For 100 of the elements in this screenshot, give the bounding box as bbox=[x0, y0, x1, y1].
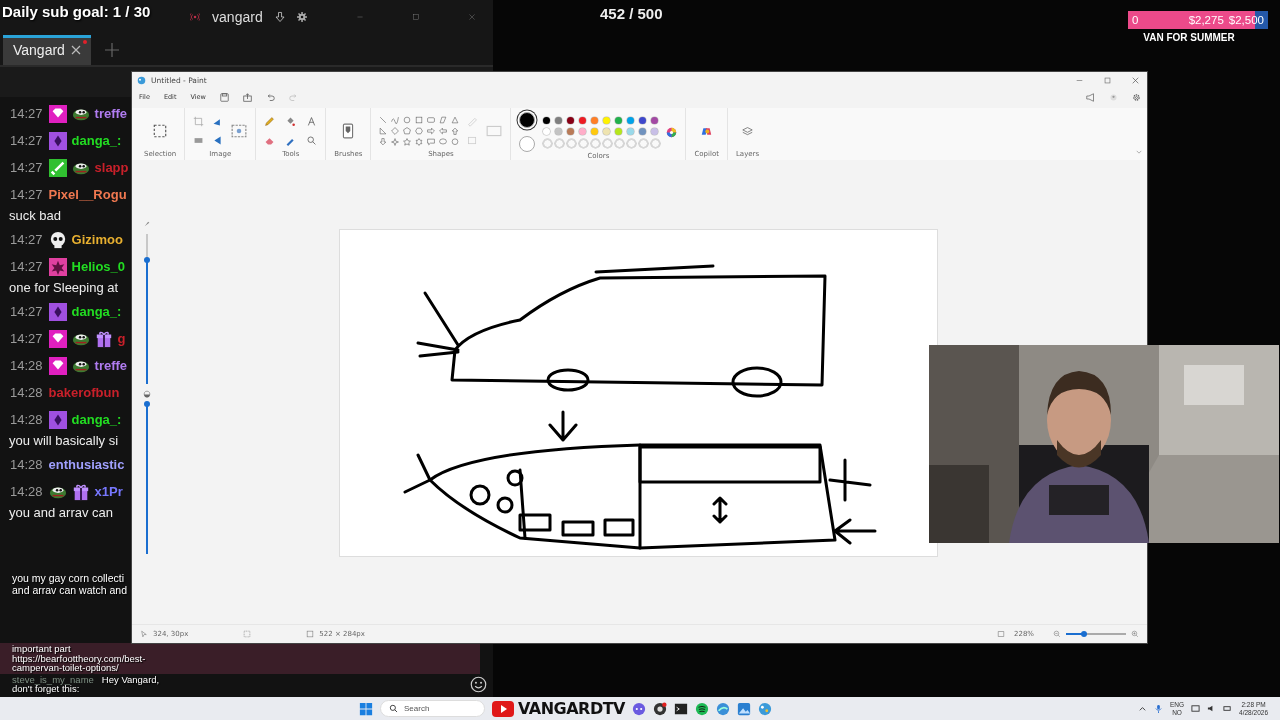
windows-start-icon[interactable] bbox=[359, 701, 373, 716]
color-swatch[interactable] bbox=[627, 116, 635, 124]
color-swatch[interactable] bbox=[627, 127, 635, 135]
settings-icon[interactable] bbox=[1132, 92, 1141, 102]
username[interactable]: treffe bbox=[94, 106, 128, 121]
username[interactable]: Pixel__Rogu bbox=[48, 187, 127, 202]
current-color-swatch[interactable] bbox=[519, 112, 536, 128]
canvas-size-icon bbox=[306, 630, 315, 638]
color-swatch[interactable] bbox=[543, 127, 551, 135]
color-swatch[interactable] bbox=[603, 127, 611, 135]
cursor-icon bbox=[140, 630, 148, 638]
eraser-icon[interactable] bbox=[264, 135, 276, 146]
text-icon[interactable] bbox=[306, 116, 318, 127]
magnifier-icon[interactable] bbox=[306, 135, 318, 146]
shape-icon[interactable] bbox=[415, 138, 424, 146]
color-swatch[interactable] bbox=[579, 127, 587, 135]
diamond-badge-icon bbox=[48, 302, 67, 321]
account-icon[interactable] bbox=[1109, 92, 1118, 102]
terminal-icon[interactable] bbox=[674, 701, 688, 716]
paint-palette-icon[interactable] bbox=[758, 701, 772, 716]
color-swatch[interactable] bbox=[543, 116, 551, 124]
selection-icon[interactable] bbox=[152, 123, 169, 139]
channel-name: vangard bbox=[212, 8, 263, 25]
sender-name: steve_is_my_name bbox=[12, 674, 94, 684]
color-swatch[interactable] bbox=[579, 116, 587, 124]
skull-badge-icon bbox=[48, 230, 67, 249]
flip-icon[interactable] bbox=[212, 135, 224, 146]
color-swatch[interactable] bbox=[603, 116, 611, 124]
resize-icon[interactable] bbox=[193, 135, 205, 146]
collapse-icon[interactable] bbox=[1135, 148, 1143, 156]
timestamp: 14:27 bbox=[10, 232, 43, 247]
undo-icon[interactable] bbox=[265, 92, 275, 102]
timestamp: 14:27 bbox=[10, 187, 43, 202]
tab-close-icon[interactable] bbox=[70, 45, 81, 55]
drawing-canvas[interactable] bbox=[340, 230, 937, 556]
emoji-icon[interactable] bbox=[470, 676, 487, 693]
alert-text: https://bearfoottheory.com/best- bbox=[12, 653, 147, 663]
add-tab-icon[interactable] bbox=[104, 43, 119, 57]
gift-icon bbox=[71, 482, 90, 501]
goal-title: VAN FOR SUMMER bbox=[1143, 32, 1235, 43]
megaphone-icon[interactable] bbox=[1086, 92, 1095, 102]
zoom-out-icon[interactable] bbox=[1053, 630, 1061, 638]
maximize-icon[interactable] bbox=[1104, 76, 1111, 84]
color-swatch[interactable] bbox=[651, 127, 659, 135]
network-icon[interactable] bbox=[1191, 704, 1201, 713]
color-swatch[interactable] bbox=[591, 127, 599, 135]
color-swatch[interactable] bbox=[639, 116, 647, 124]
copilot-icon[interactable] bbox=[701, 125, 713, 137]
color-swatch[interactable] bbox=[567, 116, 575, 124]
share-icon[interactable] bbox=[242, 92, 252, 102]
gem-badge-icon bbox=[48, 104, 67, 123]
image-select-icon[interactable] bbox=[231, 123, 248, 139]
color-swatch[interactable] bbox=[591, 116, 599, 124]
save-icon[interactable] bbox=[219, 92, 229, 102]
color-swatch[interactable] bbox=[567, 127, 575, 135]
microphone-icon[interactable] bbox=[1154, 704, 1163, 713]
username[interactable]: treffe bbox=[94, 358, 128, 373]
color-swatch[interactable] bbox=[555, 116, 563, 124]
username[interactable]: danga_: bbox=[71, 304, 122, 319]
color-wheel-icon[interactable] bbox=[666, 126, 678, 138]
search-field[interactable]: Search bbox=[380, 700, 485, 717]
username[interactable]: Gizimoo bbox=[71, 232, 123, 247]
layers-icon[interactable] bbox=[742, 125, 754, 137]
sword-badge-icon bbox=[48, 158, 67, 177]
video-play-icon bbox=[492, 700, 514, 717]
zoom-in-icon[interactable] bbox=[1131, 630, 1139, 638]
username[interactable]: enthusiastic bbox=[48, 457, 125, 472]
crop-icon[interactable] bbox=[193, 116, 205, 127]
photos-icon[interactable] bbox=[737, 701, 751, 716]
fill-bucket-icon[interactable] bbox=[285, 116, 297, 127]
search-icon bbox=[389, 704, 398, 713]
fit-icon[interactable] bbox=[997, 630, 1005, 638]
color-swatch[interactable] bbox=[615, 127, 623, 135]
browser-icon[interactable] bbox=[716, 701, 730, 716]
username[interactable]: danga_: bbox=[71, 412, 122, 427]
music-app-icon[interactable] bbox=[695, 701, 709, 716]
username[interactable]: Helios_0 bbox=[71, 259, 126, 274]
shape-icon[interactable] bbox=[403, 138, 412, 146]
vertical-slider[interactable] bbox=[143, 404, 151, 554]
color-swatch[interactable] bbox=[555, 127, 563, 135]
diamond-badge-icon bbox=[48, 131, 67, 150]
current-color-swatch[interactable] bbox=[519, 136, 536, 152]
record-app-icon[interactable] bbox=[653, 701, 667, 716]
close-icon[interactable] bbox=[1132, 76, 1139, 84]
pencil-icon[interactable] bbox=[264, 116, 276, 127]
redo-icon[interactable] bbox=[288, 92, 298, 102]
username[interactable]: x1Pr bbox=[94, 484, 123, 499]
color-swatch[interactable] bbox=[615, 116, 623, 124]
canvas-icon[interactable] bbox=[486, 123, 503, 139]
chevron-up-icon[interactable] bbox=[1138, 704, 1147, 713]
timestamp: 14:28 bbox=[10, 484, 43, 499]
chat-app-icon[interactable] bbox=[632, 701, 646, 716]
color-swatch[interactable] bbox=[639, 127, 647, 135]
username[interactable]: danga_: bbox=[71, 133, 122, 148]
channel-tab[interactable]: Vangard bbox=[3, 35, 91, 65]
color-swatch[interactable] bbox=[651, 116, 659, 124]
gift-icon bbox=[94, 329, 113, 348]
fill-icon[interactable] bbox=[467, 135, 479, 146]
timestamp: 14:28 bbox=[10, 412, 43, 427]
battery-icon[interactable] bbox=[1223, 704, 1233, 713]
